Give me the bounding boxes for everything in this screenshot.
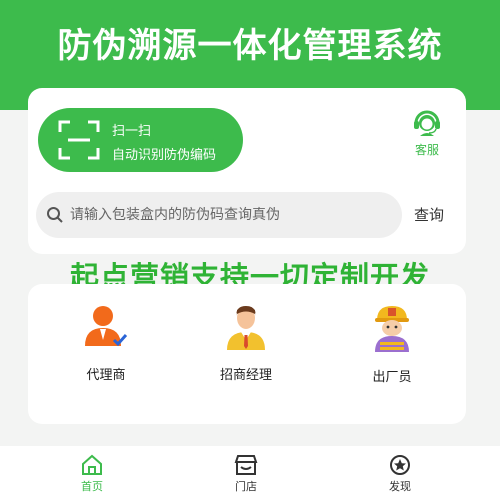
scan-subtitle: 自动识别防伪编码 <box>112 148 217 163</box>
tab-store[interactable]: 门店 <box>216 454 276 494</box>
search-button[interactable]: 查询 <box>414 204 444 225</box>
search-icon <box>47 207 63 223</box>
role-label: 出厂员 <box>372 370 412 385</box>
factory-worker-icon <box>375 306 409 352</box>
tab-home[interactable]: 首页 <box>62 454 122 494</box>
scan-icon <box>58 120 100 160</box>
tab-discover[interactable]: 发现 <box>370 454 430 494</box>
manager-icon <box>227 306 265 350</box>
agent-icon <box>85 306 128 347</box>
bottom-tab-bar: 首页 门店 发现 <box>0 446 500 500</box>
role-manager[interactable]: 招商经理 <box>196 304 296 383</box>
role-label: 招商经理 <box>219 368 272 383</box>
customer-service-label: 客服 <box>414 143 439 157</box>
tab-label: 首页 <box>81 480 103 493</box>
scan-button[interactable]: 扫一扫 自动识别防伪编码 <box>38 108 243 172</box>
search-box <box>36 192 402 238</box>
customer-service-button[interactable]: 客服 <box>404 106 450 164</box>
search-input[interactable] <box>70 192 390 238</box>
tab-label: 门店 <box>235 480 257 493</box>
role-label: 代理商 <box>86 368 126 383</box>
discover-icon <box>390 455 410 475</box>
page-title: 防伪溯源一体化管理系统 <box>57 26 443 66</box>
home-icon <box>82 454 102 475</box>
tab-label: 发现 <box>389 480 411 493</box>
scan-title: 扫一扫 <box>112 124 152 139</box>
role-agent[interactable]: 代理商 <box>56 304 156 383</box>
role-factory-worker[interactable]: 出厂员 <box>342 304 442 385</box>
headset-agent-icon <box>414 110 440 136</box>
store-icon <box>234 455 258 475</box>
